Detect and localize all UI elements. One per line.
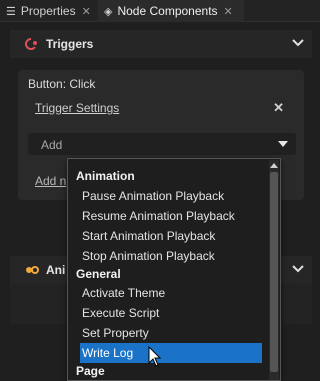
- triggers-section-header[interactable]: Triggers: [10, 30, 312, 58]
- tab-node-components[interactable]: ◈ Node Components ✕: [98, 0, 244, 22]
- close-icon[interactable]: ✕: [82, 5, 91, 18]
- menu-item-activate-theme[interactable]: Activate Theme: [80, 283, 262, 303]
- chevron-down-icon[interactable]: [292, 263, 304, 273]
- tab-node-components-label: Node Components: [117, 4, 218, 18]
- mouse-cursor-icon: [148, 346, 162, 367]
- add-link[interactable]: Add n: [35, 174, 66, 188]
- menu-item-write-log[interactable]: Write Log: [80, 343, 262, 363]
- menu-item-start-animation-playback[interactable]: Start Animation Playback: [80, 226, 262, 246]
- trigger-settings-link[interactable]: Trigger Settings: [35, 101, 119, 115]
- menu-group-general: General: [76, 267, 121, 281]
- menu-item-resume-animation-playback[interactable]: Resume Animation Playback: [80, 206, 262, 226]
- close-icon[interactable]: ✕: [273, 100, 284, 116]
- tab-properties-label: Properties: [20, 4, 76, 18]
- list-icon: ☰: [6, 5, 16, 18]
- menu-scrollbar[interactable]: [269, 160, 279, 380]
- menu-item-pause-animation-playback[interactable]: Pause Animation Playback: [80, 186, 262, 206]
- add-action-dropdown[interactable]: Add: [28, 133, 296, 155]
- animation-icon: [24, 264, 39, 276]
- triggers-title: Triggers: [46, 37, 94, 51]
- menu-item-stop-animation-playback[interactable]: Stop Animation Playback: [80, 246, 262, 266]
- animations-title: Ani: [46, 263, 66, 277]
- menu-item-set-property[interactable]: Set Property: [80, 323, 262, 343]
- components-icon: ◈: [104, 5, 113, 18]
- scroll-up-icon[interactable]: [270, 163, 278, 168]
- tab-properties[interactable]: ☰ Properties ✕: [6, 0, 98, 22]
- scrollbar-thumb[interactable]: [270, 172, 278, 372]
- trigger-name: Button: Click: [28, 77, 96, 91]
- caret-down-icon[interactable]: [278, 141, 288, 147]
- add-action-menu: Animation Pause Animation Playback Resum…: [67, 158, 281, 381]
- menu-item-execute-script[interactable]: Execute Script: [80, 303, 262, 323]
- add-label: Add: [41, 138, 63, 152]
- menu-group-animation: Animation: [76, 169, 135, 183]
- trigger-icon: [24, 38, 38, 50]
- close-icon[interactable]: ✕: [224, 5, 233, 18]
- chevron-down-icon[interactable]: [292, 37, 304, 47]
- tab-bar: ☰ Properties ✕ ◈ Node Components ✕: [0, 0, 320, 22]
- menu-group-page: Page: [76, 364, 105, 378]
